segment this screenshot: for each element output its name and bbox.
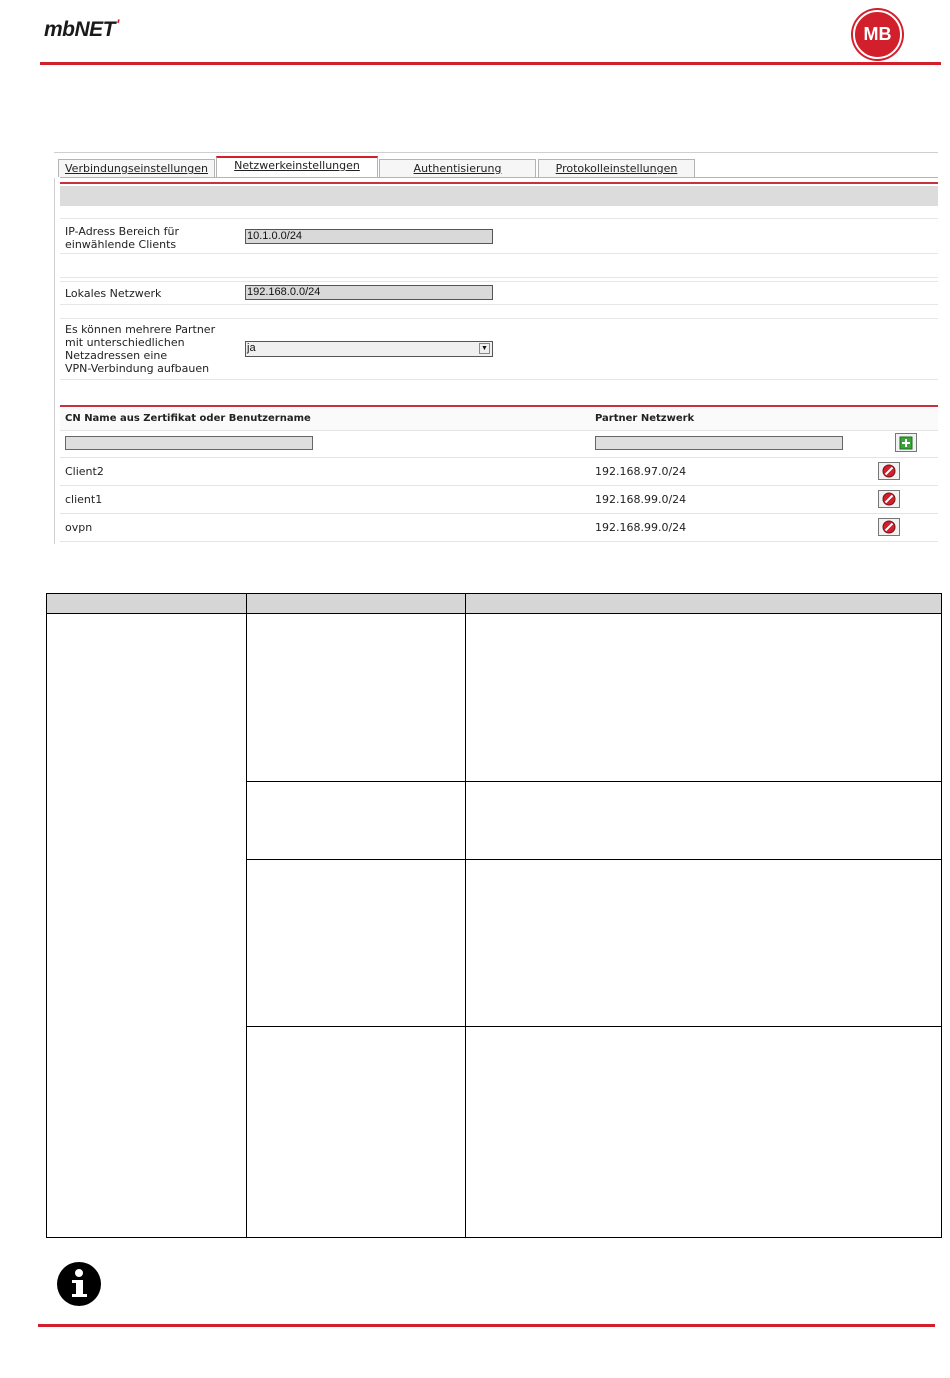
- column-divider: [465, 594, 466, 1237]
- new-cn-input[interactable]: [65, 436, 313, 450]
- partner-row-cn: client1: [65, 493, 103, 506]
- delete-row-button[interactable]: [878, 518, 900, 536]
- partner-row-network: 192.168.99.0/24: [595, 521, 687, 534]
- partner-row-cn: ovpn: [65, 521, 93, 534]
- tab-strip-line: [60, 177, 938, 178]
- ip-range-label: IP-Adress Bereich für einwählende Client…: [65, 225, 179, 251]
- logo-text: mbNET: [44, 18, 116, 41]
- row-separator: [60, 457, 938, 458]
- logo-mark: ': [116, 16, 119, 32]
- row-divider: [246, 1026, 941, 1027]
- partner-row-cn: Client2: [65, 465, 104, 478]
- description-table-header: [47, 594, 941, 614]
- partner-section-divider: [60, 405, 938, 407]
- local-network-input[interactable]: 192.168.0.0/24: [245, 285, 493, 300]
- add-partner-button[interactable]: [895, 433, 917, 452]
- row-separator: [60, 430, 938, 431]
- multi-partner-label: Es können mehrere Partner mit unterschie…: [65, 323, 215, 375]
- tab-protokolleinstellungen[interactable]: Protokolleinstellungen: [538, 159, 695, 177]
- col-network-header: Partner Netzwerk: [595, 413, 695, 424]
- partner-row-network: 192.168.99.0/24: [595, 493, 687, 506]
- tab-label: Protokolleinstellungen: [555, 162, 678, 175]
- tab-authentisierung[interactable]: Authentisierung: [379, 159, 536, 177]
- mbnet-logo: mbNET': [44, 16, 119, 42]
- row-separator: [60, 485, 938, 486]
- multi-partner-label-line4: VPN-Verbindung aufbauen: [65, 362, 210, 375]
- panel-border-left: [54, 178, 55, 544]
- info-icon: [55, 1260, 103, 1312]
- tab-verbindungseinstellungen[interactable]: Verbindungseinstellungen: [58, 159, 215, 177]
- local-network-label: Lokales Netzwerk: [65, 287, 162, 300]
- section-header-bar: [60, 186, 938, 206]
- row-divider: [246, 781, 941, 782]
- multi-partner-label-line3: Netzadressen eine: [65, 349, 168, 362]
- tab-netzwerkeinstellungen[interactable]: Netzwerkeinstellungen: [216, 156, 378, 177]
- tab-label: Verbindungseinstellungen: [65, 162, 208, 175]
- delete-icon: [882, 492, 896, 506]
- row-separator: [60, 541, 938, 542]
- settings-panel: Verbindungseinstellungen Netzwerkeinstel…: [52, 150, 938, 544]
- local-network-row: [60, 281, 938, 305]
- row-separator: [60, 513, 938, 514]
- col-cn-header: CN Name aus Zertifikat oder Benutzername: [65, 413, 311, 424]
- mb-badge-logo: MB: [853, 10, 902, 59]
- delete-row-button[interactable]: [878, 490, 900, 508]
- multi-partner-label-line1: Es können mehrere Partner: [65, 323, 216, 336]
- ip-range-label-line2: einwählende Clients: [65, 238, 177, 251]
- header-divider: [40, 62, 941, 65]
- new-network-input[interactable]: [595, 436, 843, 450]
- tab-label: Authentisierung: [413, 162, 502, 175]
- section-divider: [60, 182, 938, 184]
- description-table: [46, 593, 942, 1238]
- spacer-row: [60, 254, 938, 278]
- ip-range-row: [60, 218, 938, 254]
- delete-icon: [882, 464, 896, 478]
- multi-partner-selected: ja: [247, 342, 256, 354]
- add-icon: [899, 436, 913, 449]
- badge-text: MB: [863, 24, 892, 44]
- row-divider: [246, 859, 941, 860]
- multi-partner-label-line2: mit unterschiedlichen: [65, 336, 185, 349]
- multi-partner-select[interactable]: ja ▼: [245, 341, 493, 357]
- footer-divider: [38, 1324, 935, 1327]
- ip-range-label-line1: IP-Adress Bereich für: [65, 225, 179, 238]
- tab-label: Netzwerkeinstellungen: [234, 159, 360, 172]
- panel-border-top: [54, 152, 938, 153]
- chevron-down-icon[interactable]: ▼: [479, 343, 490, 354]
- column-divider: [246, 594, 247, 1237]
- ip-range-input[interactable]: 10.1.0.0/24: [245, 229, 493, 244]
- delete-icon: [882, 520, 896, 534]
- delete-row-button[interactable]: [878, 462, 900, 480]
- partner-row-network: 192.168.97.0/24: [595, 465, 687, 478]
